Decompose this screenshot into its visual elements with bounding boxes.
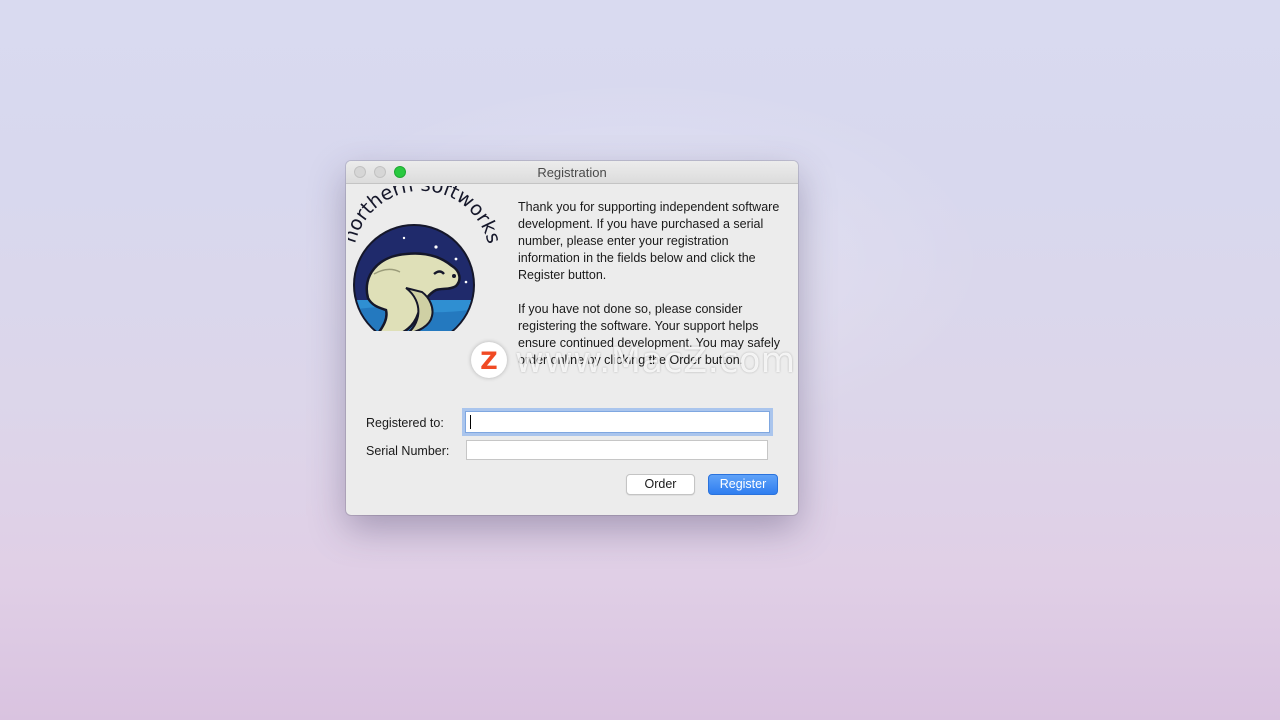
polar-bear-logo-icon: northern softworks — [348, 186, 498, 331]
registration-window: Registration northern softworks Than — [346, 161, 798, 515]
serial-number-field[interactable] — [466, 440, 768, 460]
order-button[interactable]: Order — [626, 474, 695, 495]
serial-number-label: Serial Number: — [366, 444, 450, 458]
message-paragraph-2: If you have not done so, please consider… — [518, 302, 780, 367]
message-paragraph-1: Thank you for supporting independent sof… — [518, 200, 780, 282]
title-bar[interactable]: Registration — [346, 161, 798, 184]
window-title: Registration — [537, 165, 607, 180]
registered-to-field[interactable] — [465, 411, 770, 433]
text-caret — [470, 415, 471, 429]
registered-to-label: Registered to: — [366, 416, 444, 430]
registration-message: Thank you for supporting independent sof… — [518, 199, 786, 386]
register-button[interactable]: Register — [708, 474, 778, 495]
